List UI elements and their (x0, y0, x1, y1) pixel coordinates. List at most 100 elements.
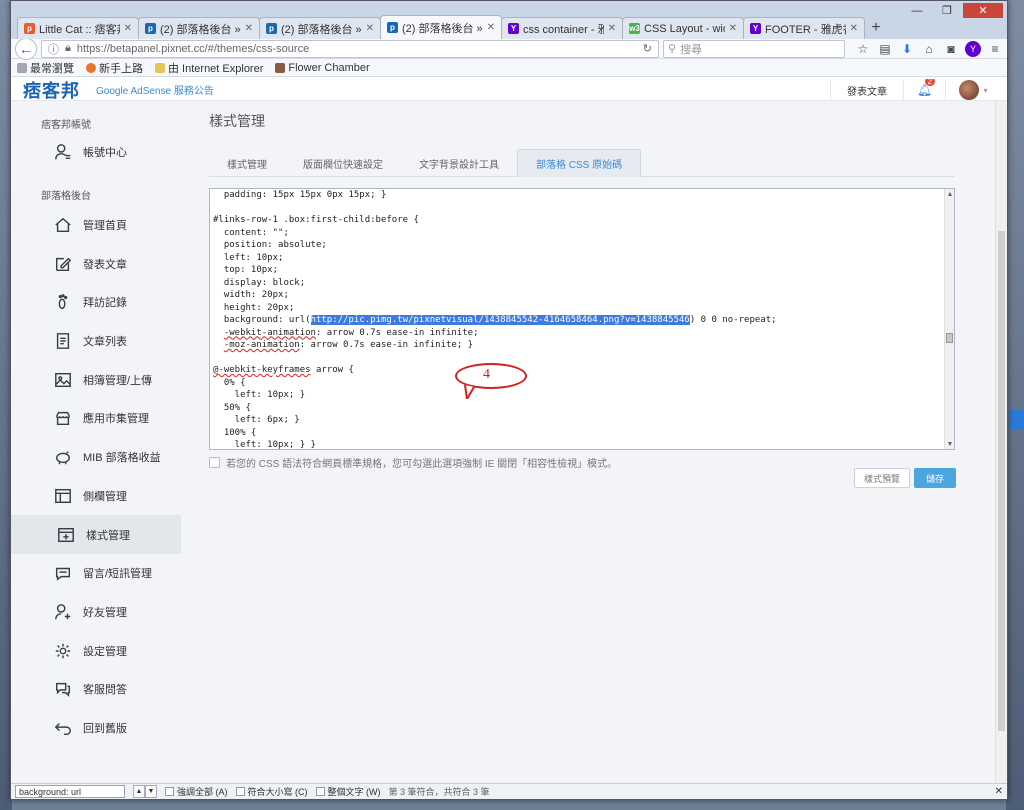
code-line[interactable]: width: 20px; (213, 289, 942, 302)
browser-tab[interactable]: p (2) 部落格後台 » 樣式管理 » ✕ (380, 15, 502, 39)
style-preview-button[interactable]: 樣式預覽 (854, 468, 910, 488)
reload-icon[interactable]: ↻ (643, 42, 652, 55)
post-article-link[interactable]: 發表文章 (830, 79, 903, 101)
download-icon[interactable]: ⬇ (899, 41, 915, 57)
find-next-icon[interactable]: ▼ (145, 785, 157, 798)
code-line[interactable]: left: 6px; } (213, 414, 942, 427)
code-line[interactable]: left: 10px; (213, 252, 942, 265)
sidebar-item-list[interactable]: 文章列表 (11, 322, 181, 361)
new-tab-button[interactable]: + (864, 17, 888, 39)
sidebar-item-home[interactable]: 管理首頁 (11, 206, 181, 245)
code-line[interactable]: display: block; (213, 277, 942, 290)
yahoo-icon[interactable]: Y (965, 40, 981, 57)
code-line[interactable]: position: absolute; (213, 239, 942, 252)
tab-close-icon[interactable]: ✕ (487, 22, 495, 33)
pixnet-logo[interactable]: 痞客邦 (23, 79, 80, 103)
bookmark-flower-chamber[interactable]: Flower Chamber (275, 62, 370, 74)
tab-close-icon[interactable]: ✕ (366, 23, 374, 34)
pocket-icon[interactable]: ◙ (943, 41, 959, 57)
code-line[interactable]: top: 10px; (213, 264, 942, 277)
code-line[interactable]: background: url(http://pic.pimg.tw/pixne… (213, 314, 942, 327)
page-scroll-thumb[interactable] (998, 231, 1005, 731)
code-line[interactable]: height: 20px; (213, 302, 942, 315)
scroll-down-arrow-icon[interactable]: ▼ (945, 439, 954, 449)
bookmark-most-visited[interactable]: 最常瀏覽 (17, 60, 74, 76)
code-line[interactable]: left: 10px; } } (213, 439, 942, 449)
close-find-bar-icon[interactable]: ✕ (995, 786, 1003, 797)
browser-tab[interactable]: Y FOOTER - 雅虎香港 搜尋結果 ✕ (743, 17, 865, 39)
tab-style-0[interactable]: 樣式管理 (209, 149, 285, 177)
code-line[interactable]: -webkit-animation: arrow 0.7s ease-in in… (213, 327, 942, 340)
code-content[interactable]: padding: 15px 15px 0px 15px; } #links-row… (210, 189, 954, 449)
code-line[interactable]: #links-row-1 .box:first-child:before { (213, 214, 942, 227)
minimize-button[interactable]: — (903, 3, 931, 18)
sidebar-item-account-center[interactable]: 帳號中心 (11, 133, 181, 172)
code-line[interactable]: 50% { (213, 402, 942, 415)
notification-bell[interactable]: 🔔︎ 2 (903, 79, 945, 101)
highlight-all-option[interactable]: 強調全部 (A) (165, 785, 228, 798)
maximize-button[interactable]: ❐ (933, 3, 961, 18)
sidebar-item-style[interactable]: 樣式管理 (11, 515, 181, 554)
adsense-notice-link[interactable]: Google AdSense 服務公告 (96, 82, 214, 97)
menu-icon[interactable]: ≡ (987, 41, 1003, 57)
tab-style-1[interactable]: 版面欄位快速設定 (285, 149, 401, 177)
match-case-checkbox[interactable] (235, 787, 245, 796)
tab-style-3[interactable]: 部落格 CSS 原始碼 (517, 149, 642, 177)
sidebar-item-message[interactable]: 留言/短訊管理 (11, 554, 181, 593)
browser-tab[interactable]: p (2) 部落格後台 » 相簿管理/上傳 ✕ (259, 17, 381, 39)
highlight-all-checkbox[interactable] (165, 787, 174, 796)
sidebar-item-support-chat[interactable]: 客服問答 (11, 670, 181, 709)
address-bar[interactable]: ⓘ 🔒︎ https://betapanel.pixnet.cc/#/theme… (41, 39, 659, 58)
info-icon[interactable]: ⓘ (48, 41, 59, 57)
url-text[interactable]: https://betapanel.pixnet.cc/#/themes/css… (77, 43, 637, 55)
sidebar-item-footprint[interactable]: 拜訪記錄 (11, 283, 181, 322)
code-line[interactable] (213, 352, 942, 365)
sidebar-item-gear[interactable]: 設定管理 (11, 631, 181, 670)
editor-scroll-thumb[interactable] (946, 333, 953, 343)
sidebar-item-sidebar-layout[interactable]: 側欄管理 (11, 477, 181, 516)
compat-checkbox[interactable] (209, 457, 220, 468)
whole-words-checkbox[interactable] (315, 787, 325, 796)
sidebar-item-photo[interactable]: 相簿管理/上傳 (11, 360, 181, 399)
css-source-editor[interactable]: padding: 15px 15px 0px 15px; } #links-row… (209, 188, 955, 450)
code-line[interactable]: 0% { (213, 377, 942, 390)
bookmark-from-ie[interactable]: 由 Internet Explorer (155, 60, 263, 76)
code-line[interactable]: content: ""; (213, 227, 942, 240)
find-input[interactable]: background: url (15, 785, 125, 798)
code-line[interactable]: padding: 15px 15px 0px 15px; } (213, 189, 942, 202)
tab-style-2[interactable]: 文字背景設計工具 (401, 149, 517, 177)
code-line[interactable] (213, 202, 942, 215)
sidebar-item-back-arrow[interactable]: 回到舊版 (11, 709, 181, 748)
bookmark-getting-started[interactable]: 新手上路 (86, 60, 143, 76)
scroll-up-arrow-icon[interactable]: ▲ (945, 189, 954, 199)
code-line[interactable]: 100% { (213, 427, 942, 440)
browser-tab[interactable]: Ycss container - 雅虎香港 搜尋 ✕ (501, 17, 623, 39)
tab-close-icon[interactable]: ✕ (608, 23, 616, 34)
reading-list-icon[interactable]: ▤ (877, 41, 893, 57)
bookmark-star-icon[interactable]: ☆ (855, 41, 871, 57)
sidebar-item-piggy-bank[interactable]: MIB 部落格收益 (11, 438, 181, 477)
selected-url[interactable]: http://pic.pimg.tw/pixnetvisual/14388455… (310, 315, 690, 325)
save-button[interactable]: 儲存 (914, 468, 956, 488)
code-line[interactable]: -moz-animation: arrow 0.7s ease-in infin… (213, 339, 942, 352)
search-input[interactable]: ⚲ 搜尋 (663, 39, 845, 58)
back-button[interactable]: ← (15, 37, 37, 60)
user-menu[interactable]: ▾ (945, 79, 1001, 101)
home-icon[interactable]: ⌂ (921, 41, 937, 57)
page-scrollbar[interactable] (995, 101, 1007, 783)
browser-tab[interactable]: w3 CSS Layout - width and max ✕ (622, 17, 744, 39)
browser-tab[interactable]: p Little Cat :: 痞客邦 PIXNET ::✕ (17, 17, 139, 39)
whole-words-option[interactable]: 整個文字 (W) (315, 785, 381, 798)
sidebar-item-store[interactable]: 應用市集管理 (11, 399, 181, 438)
tab-close-icon[interactable]: ✕ (850, 23, 858, 34)
sidebar-item-friend[interactable]: 好友管理 (11, 593, 181, 632)
editor-scrollbar[interactable]: ▲ ▼ (944, 189, 954, 449)
tab-close-icon[interactable]: ✕ (245, 23, 253, 34)
code-line[interactable]: @-webkit-keyframes arrow { (213, 364, 942, 377)
code-line[interactable]: left: 10px; } (213, 389, 942, 402)
match-case-option[interactable]: 符合大小寫 (C) (235, 785, 308, 798)
tab-close-icon[interactable]: ✕ (124, 23, 132, 34)
find-previous-icon[interactable]: ▲ (133, 785, 145, 798)
tab-close-icon[interactable]: ✕ (729, 23, 737, 34)
browser-tab[interactable]: p (2) 部落格後台 » 發表文章 » 發表 ✕ (138, 17, 260, 39)
